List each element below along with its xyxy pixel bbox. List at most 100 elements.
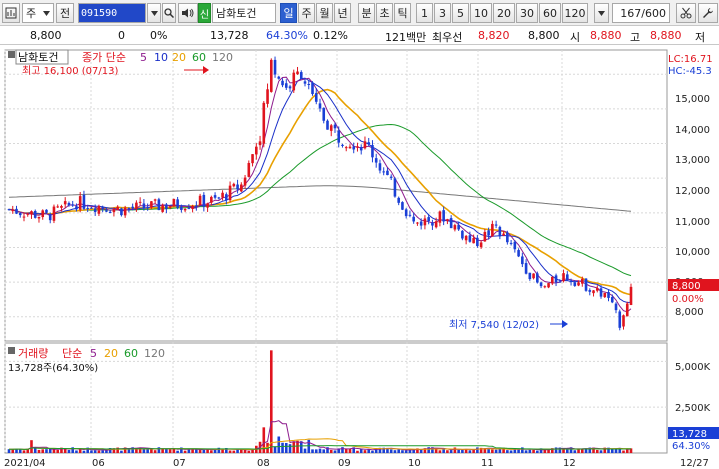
interval-30-button[interactable]: 30 <box>516 3 538 23</box>
candle-body <box>397 197 400 203</box>
price-tick-14000: 14,000 <box>675 125 710 136</box>
candle-body <box>48 214 52 221</box>
volume-bar <box>281 442 284 453</box>
candle-body <box>457 225 460 230</box>
x-tick-09: 09 <box>338 458 351 469</box>
candle-body <box>566 274 569 281</box>
ma-label: 종가 단순 <box>82 51 126 64</box>
candle-body <box>588 290 592 292</box>
volume-bar <box>476 447 479 453</box>
volume-bar <box>404 450 408 453</box>
price-chart-svg[interactable]: 15,000 14,000 13,000 12,000 11,000 10,00… <box>0 45 719 469</box>
candle-body <box>618 311 622 328</box>
volume-bar <box>146 449 149 453</box>
candle-body <box>105 210 108 212</box>
sound-button[interactable] <box>178 3 198 23</box>
ma60-legend: 60 <box>192 51 206 64</box>
price-tick-12000: 12,000 <box>675 186 710 197</box>
volume-bar <box>333 450 337 453</box>
candle-body <box>266 89 269 104</box>
price-tick-15000: 15,000 <box>675 94 710 105</box>
x-tick-11: 11 <box>481 458 494 469</box>
period-week-tab[interactable]: 주 <box>298 3 315 23</box>
interval-20-button[interactable]: 20 <box>493 3 515 23</box>
candle-body <box>210 196 213 203</box>
price-chart-area[interactable]: 15,000 14,000 13,000 12,000 11,000 10,00… <box>0 45 719 469</box>
volume-bar <box>397 449 400 453</box>
volume-bar <box>56 449 60 453</box>
stock-name-display: 남화토건 <box>212 3 276 23</box>
period-month-tab[interactable]: 월 <box>316 3 333 23</box>
candle-body <box>93 208 97 213</box>
price-change: 0 <box>118 29 125 42</box>
interval-60-button[interactable]: 60 <box>539 3 561 23</box>
interval-10-label: 10 <box>474 6 488 20</box>
current-rate-tag-text: 0.00% <box>672 294 704 305</box>
interval-5-button[interactable]: 5 <box>452 3 469 23</box>
volume-bar <box>599 450 603 453</box>
interval-3-button[interactable]: 3 <box>434 3 451 23</box>
interval-10-button[interactable]: 10 <box>470 3 492 23</box>
interval-120-button[interactable]: 120 <box>562 3 588 23</box>
stock-code-input[interactable]: 091590 <box>78 3 146 23</box>
period-minute-tab[interactable]: 분 <box>358 3 375 23</box>
period-day-tab[interactable]: 일 <box>280 3 297 23</box>
interval-60-label: 60 <box>543 6 557 20</box>
candle-body <box>562 273 565 282</box>
period-second-tab[interactable]: 초 <box>376 3 393 23</box>
speaker-icon <box>182 8 194 18</box>
candle-body <box>446 219 449 221</box>
all-button[interactable]: 전 <box>56 3 74 23</box>
tools-button[interactable] <box>676 3 696 23</box>
volume-bar <box>494 449 498 453</box>
view-count-input[interactable]: 167/600 <box>612 3 670 23</box>
volume-bar <box>93 450 97 453</box>
volume-bar <box>509 450 513 453</box>
settings-button[interactable] <box>698 3 718 23</box>
market-label: 주 <box>26 7 37 20</box>
candle-body <box>506 232 509 243</box>
volume-bar <box>75 450 78 453</box>
candle-body <box>577 282 580 286</box>
volume-legend-marker <box>8 347 15 354</box>
candle-body <box>26 213 30 215</box>
candle-body <box>389 176 393 178</box>
volume-bar <box>183 450 187 453</box>
candle-body <box>52 206 56 221</box>
candle-body <box>60 205 63 208</box>
interval-dropdown-button[interactable] <box>594 3 609 23</box>
price-tick-13000: 13,000 <box>675 155 710 166</box>
search-button[interactable] <box>162 3 176 23</box>
volume-bar <box>348 448 352 453</box>
volume-bar <box>318 448 322 453</box>
candle-body <box>356 146 359 148</box>
candle-body <box>180 206 183 210</box>
volume-bar <box>277 436 281 453</box>
candle-body <box>82 194 86 209</box>
volume-bar <box>157 447 161 453</box>
volume-bar <box>82 450 86 453</box>
interval-1-button[interactable]: 1 <box>416 3 433 23</box>
period-year-label: 년 <box>337 7 348 20</box>
candle-body <box>599 288 603 297</box>
candle-body <box>30 211 33 215</box>
market-select[interactable]: 주 <box>22 3 54 23</box>
chart-menu-button[interactable] <box>2 3 20 23</box>
volume-bar <box>221 449 224 453</box>
candle-body <box>419 221 423 226</box>
candle-body <box>595 288 599 291</box>
candle-body <box>142 203 146 209</box>
candle-body <box>116 206 119 210</box>
candle-body <box>498 226 502 237</box>
code-dropdown-button[interactable] <box>147 3 161 23</box>
volume-bar <box>243 450 247 453</box>
period-tick-tab[interactable]: 틱 <box>394 3 411 23</box>
candle-body <box>303 81 307 84</box>
candle-body <box>255 146 258 155</box>
candle-body <box>539 282 543 287</box>
period-year-tab[interactable]: 년 <box>334 3 351 23</box>
stock-label: 남화토건 <box>18 51 58 64</box>
volume-bar <box>532 449 535 453</box>
candle-body <box>22 216 26 218</box>
chevron-down-icon <box>43 10 50 16</box>
